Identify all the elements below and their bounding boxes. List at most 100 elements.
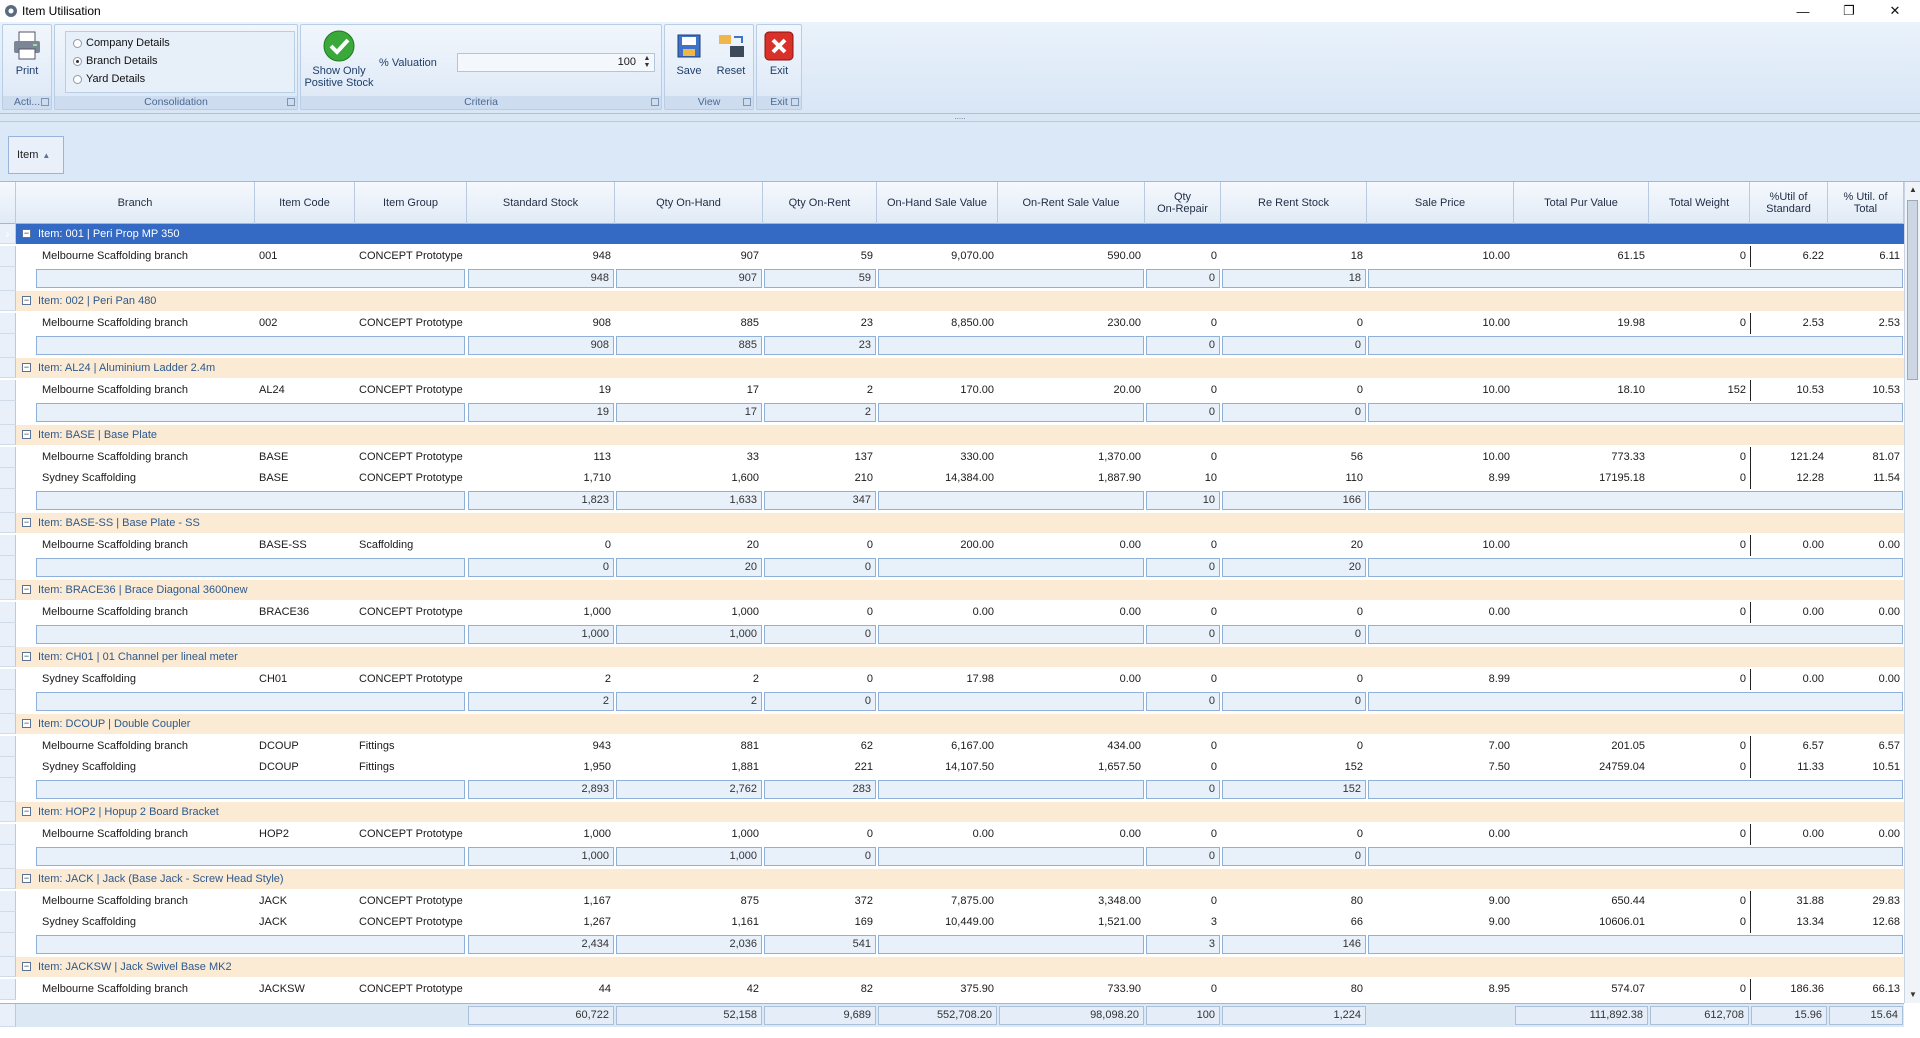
row-indicator[interactable] (0, 869, 16, 889)
vertical-scrollbar[interactable]: ▲ ▼ (1904, 182, 1920, 1003)
exit-button[interactable]: Exit (759, 29, 799, 77)
group-row[interactable]: › − Item: 001 | Peri Prop MP 350 (0, 224, 1904, 245)
ribbon-splitter[interactable]: ..... (0, 113, 1920, 121)
footer-qty-on-rent: 2 (764, 403, 876, 422)
group-by-item-chip[interactable]: Item ▲ (8, 136, 64, 174)
row-indicator[interactable] (0, 380, 16, 401)
table-row[interactable]: Melbourne Scaffolding branch BASE CONCEPT … (0, 447, 1904, 468)
row-indicator[interactable] (0, 358, 16, 378)
group-row[interactable]: − Item: 002 | Peri Pan 480 (0, 291, 1904, 312)
collapse-icon[interactable]: − (22, 229, 31, 238)
close-button[interactable]: ✕ (1872, 0, 1918, 22)
radio-branch-details[interactable]: Branch Details (73, 55, 158, 67)
restore-button[interactable]: ❐ (1826, 0, 1872, 22)
table-row[interactable]: Melbourne Scaffolding branch 001 CONCEPT P… (0, 246, 1904, 267)
column-header-sale-price[interactable]: Sale Price (1367, 182, 1514, 224)
row-indicator[interactable] (0, 468, 16, 489)
table-row[interactable]: Melbourne Scaffolding branch JACK CONCEPT … (0, 891, 1904, 912)
row-indicator (0, 690, 16, 714)
table-row[interactable]: Sydney Scaffolding DCOUP Fittings 1,950 1,88… (0, 757, 1904, 778)
row-indicator[interactable] (0, 669, 16, 690)
row-indicator[interactable] (0, 802, 16, 822)
collapse-icon[interactable]: − (22, 719, 31, 728)
collapse-icon[interactable]: − (22, 518, 31, 527)
row-indicator[interactable] (0, 602, 16, 623)
group-row[interactable]: − Item: AL24 | Aluminium Ladder 2.4m (0, 358, 1904, 379)
group-row[interactable]: − Item: DCOUP | Double Coupler (0, 714, 1904, 735)
scroll-up-icon[interactable]: ▲ (1905, 182, 1920, 198)
row-indicator[interactable] (0, 580, 16, 600)
column-header-branch[interactable]: Branch (16, 182, 255, 224)
collapse-icon[interactable]: − (22, 585, 31, 594)
column-header-item-group[interactable]: Item Group (355, 182, 467, 224)
collapse-icon[interactable]: − (22, 874, 31, 883)
group-row[interactable]: − Item: BASE-SS | Base Plate - SS (0, 513, 1904, 534)
collapse-icon[interactable]: − (22, 807, 31, 816)
collapse-icon[interactable]: − (22, 363, 31, 372)
radio-company-details[interactable]: Company Details (73, 37, 170, 49)
row-indicator[interactable] (0, 291, 16, 311)
table-row[interactable]: Sydney Scaffolding CH01 CONCEPT Prototype 2… (0, 669, 1904, 690)
table-row[interactable]: Melbourne Scaffolding branch BRACE36 CONCE… (0, 602, 1904, 623)
table-row[interactable]: Melbourne Scaffolding branch AL24 CONCEPT … (0, 380, 1904, 401)
cell-qty-on-rent: 210 (854, 472, 873, 484)
print-button[interactable]: Print (5, 29, 49, 77)
column-header-total-weight[interactable]: Total Weight (1649, 182, 1750, 224)
table-row[interactable]: Melbourne Scaffolding branch HOP2 CONCEPT … (0, 824, 1904, 845)
row-indicator[interactable] (0, 313, 16, 334)
row-indicator[interactable] (0, 957, 16, 977)
column-header-qty-on-rent[interactable]: Qty On-Rent (763, 182, 877, 224)
column-header-util-of-total[interactable]: % Util. of Total (1828, 182, 1904, 224)
column-header-qty-on-repair[interactable]: Qty On-Repair (1145, 182, 1221, 224)
reset-button[interactable]: Reset (711, 29, 751, 77)
row-indicator[interactable] (0, 246, 16, 267)
column-header-on-hand-sale-value[interactable]: On-Hand Sale Value (877, 182, 998, 224)
row-indicator[interactable] (0, 891, 16, 912)
row-indicator[interactable] (0, 757, 16, 778)
row-indicator[interactable]: › (0, 224, 16, 244)
radio-yard-details[interactable]: Yard Details (73, 73, 145, 85)
collapse-icon[interactable]: − (22, 430, 31, 439)
scroll-down-icon[interactable]: ▼ (1905, 987, 1920, 1003)
row-indicator[interactable] (0, 714, 16, 734)
collapse-icon[interactable]: − (22, 652, 31, 661)
row-indicator[interactable] (0, 425, 16, 445)
column-divider (1750, 669, 1751, 690)
group-row[interactable]: − Item: CH01 | 01 Channel per lineal mete… (0, 647, 1904, 668)
minimize-button[interactable]: — (1780, 0, 1826, 22)
table-row[interactable]: Melbourne Scaffolding branch 002 CONCEPT P… (0, 313, 1904, 334)
group-row[interactable]: − Item: JACKSW | Jack Swivel Base MK2 (0, 957, 1904, 978)
row-indicator[interactable] (0, 824, 16, 845)
save-button[interactable]: Save (669, 29, 709, 77)
row-indicator[interactable] (0, 447, 16, 468)
group-row[interactable]: − Item: JACK | Jack (Base Jack - Screw He… (0, 869, 1904, 890)
collapse-icon[interactable]: − (22, 296, 31, 305)
table-row[interactable]: Sydney Scaffolding BASE CONCEPT Prototype 1… (0, 468, 1904, 489)
row-indicator[interactable] (0, 912, 16, 933)
table-row[interactable]: Melbourne Scaffolding branch BASE-SS Scaff… (0, 535, 1904, 556)
column-header-standard-stock[interactable]: Standard Stock (467, 182, 615, 224)
table-row[interactable]: Melbourne Scaffolding branch DCOUP Fitting… (0, 736, 1904, 757)
collapse-icon[interactable]: − (22, 962, 31, 971)
column-header-on-rent-sale-value[interactable]: On-Rent Sale Value (998, 182, 1145, 224)
row-indicator[interactable] (0, 513, 16, 533)
column-header-re-rent-stock[interactable]: Re Rent Stock (1221, 182, 1367, 224)
group-row[interactable]: − Item: BRACE36 | Brace Diagonal 3600new (0, 580, 1904, 601)
table-row[interactable]: Sydney Scaffolding JACK CONCEPT Prototype 1… (0, 912, 1904, 933)
valuation-spinner[interactable]: ▲ ▼ (642, 55, 652, 70)
row-indicator[interactable] (0, 647, 16, 667)
column-header-item-code[interactable]: Item Code (255, 182, 355, 224)
row-indicator[interactable] (0, 736, 16, 757)
table-row[interactable]: Melbourne Scaffolding branch JACKSW CONCEP… (0, 979, 1904, 1000)
scroll-thumb[interactable] (1907, 200, 1918, 380)
column-header-qty-on-hand[interactable]: Qty On-Hand (615, 182, 763, 224)
exit-caption: Exit (757, 96, 801, 109)
valuation-input[interactable]: 100 ▲ ▼ (457, 53, 655, 72)
column-header-util-of-standard[interactable]: %Util of Standard (1750, 182, 1828, 224)
show-positive-stock-button[interactable]: Show Only Positive Stock (303, 29, 375, 89)
row-indicator[interactable] (0, 535, 16, 556)
group-row[interactable]: − Item: HOP2 | Hopup 2 Board Bracket (0, 802, 1904, 823)
column-header-total-pur-value[interactable]: Total Pur Value (1514, 182, 1649, 224)
group-row[interactable]: − Item: BASE | Base Plate (0, 425, 1904, 446)
row-indicator[interactable] (0, 979, 16, 1000)
